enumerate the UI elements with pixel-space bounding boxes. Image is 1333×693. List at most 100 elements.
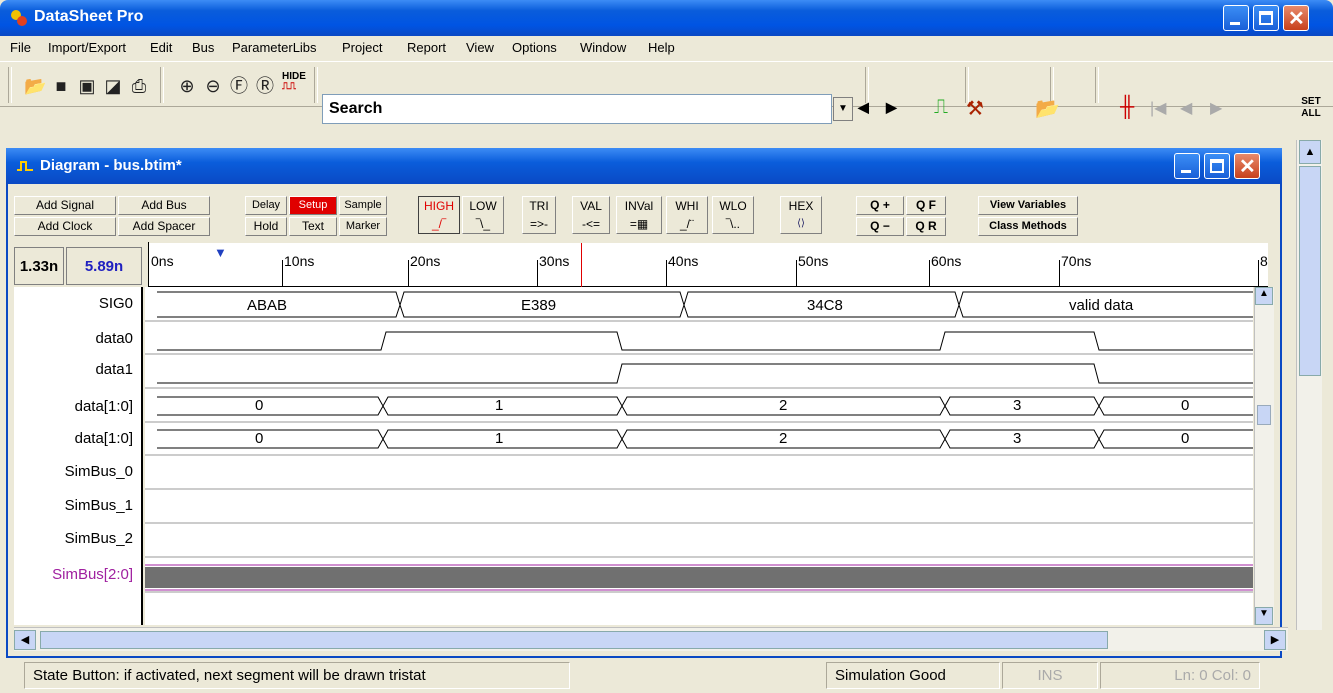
high-button[interactable]: HIGH _/‾ xyxy=(418,196,460,234)
zoom-out-icon[interactable]: ⊖ xyxy=(202,75,224,97)
maximize-button[interactable] xyxy=(1253,5,1279,31)
signal-name[interactable]: data[1:0] xyxy=(75,398,133,415)
low-button[interactable]: LOW ‾\_ xyxy=(462,196,504,234)
menu-view[interactable]: View xyxy=(466,40,494,55)
add-spacer-button[interactable]: Add Spacer xyxy=(118,217,210,236)
ole-icon[interactable]: ◪ xyxy=(102,75,124,97)
simulate-wave-button[interactable]: ⎍ xyxy=(934,96,948,119)
view-variables-button[interactable]: View Variables xyxy=(978,196,1078,215)
find-next-button[interactable]: ▶ xyxy=(886,99,897,116)
zoom-in-icon[interactable]: ⊕ xyxy=(176,75,198,97)
marker-prev-button[interactable]: ◀ xyxy=(1180,98,1192,118)
time-right-display[interactable]: 5.89n xyxy=(66,247,142,285)
delay-button[interactable]: Delay xyxy=(245,196,287,215)
scroll-left-icon[interactable]: ◀ xyxy=(14,630,36,650)
menu-file[interactable]: File xyxy=(10,40,31,55)
scroll-down-icon[interactable]: ▼ xyxy=(1255,607,1273,625)
zoom-reset-button[interactable]: Q R xyxy=(906,217,946,236)
save-all-icon[interactable]: ▣ xyxy=(76,75,98,97)
menu-import-export[interactable]: Import/Export xyxy=(48,40,126,55)
val-button[interactable]: VAL -<= xyxy=(572,196,610,234)
zoom-in-button[interactable]: Q + xyxy=(856,196,904,215)
menu-window[interactable]: Window xyxy=(580,40,626,55)
ruler-label: 8 xyxy=(1260,253,1268,269)
data0-wave xyxy=(157,331,1253,351)
signal-name[interactable]: SimBus_2 xyxy=(65,530,133,547)
find-prev-button[interactable]: ◀ xyxy=(858,99,869,116)
signal-name[interactable]: data0 xyxy=(95,330,133,347)
cursor-marker-icon[interactable]: ▼ xyxy=(214,245,227,260)
diagram-minimize-button[interactable] xyxy=(1174,153,1200,179)
scroll-thumb[interactable] xyxy=(40,631,1108,649)
toolbar-separator xyxy=(160,67,164,103)
time-cursor-line[interactable] xyxy=(581,243,582,287)
add-bus-button[interactable]: Add Bus xyxy=(118,196,210,215)
waveform-area[interactable]: ABAB E389 34C8 valid data 0 1 2 3 0 0 1 … xyxy=(145,287,1253,625)
open-folder-icon[interactable]: 📂 xyxy=(24,75,46,97)
set-all-button[interactable]: SET ALL xyxy=(1294,96,1328,120)
main-vertical-scrollbar[interactable]: ▲ xyxy=(1296,140,1322,630)
diagram-close-button[interactable]: ✕ xyxy=(1234,153,1260,179)
hex-button[interactable]: HEX ⟨⟩ xyxy=(780,196,822,234)
scroll-right-icon[interactable]: ▶ xyxy=(1264,630,1286,650)
status-simulation: Simulation Good xyxy=(826,662,1000,689)
print-icon[interactable]: ⎙ xyxy=(128,75,150,97)
marker-next-button[interactable]: ▶ xyxy=(1210,98,1222,118)
zoom-fit-icon[interactable]: Ⓕ xyxy=(228,75,250,97)
sample-button[interactable]: Sample xyxy=(339,196,387,215)
wlo-button[interactable]: WLO ‾\.. xyxy=(712,196,754,234)
minimize-button[interactable] xyxy=(1223,5,1249,31)
signal-name[interactable]: data[1:0] xyxy=(75,430,133,447)
scroll-thumb[interactable] xyxy=(1257,405,1271,425)
time-ruler[interactable]: 0ns 10ns 20ns 30ns 40ns 50ns 60ns 70ns 8… xyxy=(148,242,1268,287)
horizontal-scrollbar[interactable]: ◀ ▶ xyxy=(14,627,1288,651)
add-signal-button[interactable]: Add Signal xyxy=(14,196,116,215)
marker-first-button[interactable]: |◀ xyxy=(1150,98,1166,118)
diagram-maximize-button[interactable] xyxy=(1204,153,1230,179)
class-methods-button[interactable]: Class Methods xyxy=(978,217,1078,236)
menu-project[interactable]: Project xyxy=(342,40,382,55)
data-bus-wave-1 xyxy=(157,396,1253,416)
zoom-reset-icon[interactable]: Ⓡ xyxy=(254,75,276,97)
menu-options[interactable]: Options xyxy=(512,40,557,55)
val-label: VAL xyxy=(580,199,602,213)
inval-button[interactable]: INVal =▦ xyxy=(616,196,662,234)
scroll-up-icon[interactable]: ▲ xyxy=(1299,140,1321,164)
time-left-display[interactable]: 1.33n xyxy=(14,247,64,285)
scroll-thumb[interactable] xyxy=(1299,166,1321,376)
waveform-svg xyxy=(145,291,1253,593)
zoom-fit-button[interactable]: Q F xyxy=(906,196,946,215)
status-ins: INS xyxy=(1002,662,1098,689)
bus-segment-label: 2 xyxy=(779,430,788,447)
close-button[interactable]: ✕ xyxy=(1283,5,1309,31)
ruler-label: 30ns xyxy=(539,253,570,269)
maximize-icon xyxy=(1210,159,1224,173)
tools-button[interactable]: ⚒ xyxy=(966,96,984,121)
open-project-button[interactable]: 📂 xyxy=(1035,96,1060,121)
signal-name[interactable]: data1 xyxy=(95,361,133,378)
marker-button-diagram[interactable]: Marker xyxy=(339,217,387,236)
menu-edit[interactable]: Edit xyxy=(150,40,172,55)
signal-name[interactable]: SimBus_0 xyxy=(65,463,133,480)
waveform-vertical-scrollbar[interactable]: ▲ ▼ xyxy=(1254,287,1274,625)
whi-button[interactable]: WHI _/¨ xyxy=(666,196,708,234)
marker-button[interactable]: ╫ xyxy=(1120,96,1134,119)
menu-help[interactable]: Help xyxy=(648,40,675,55)
zoom-out-button[interactable]: Q − xyxy=(856,217,904,236)
signal-name[interactable]: SIG0 xyxy=(99,295,133,312)
menu-report[interactable]: Report xyxy=(407,40,446,55)
setup-button[interactable]: Setup xyxy=(289,196,337,215)
add-clock-button[interactable]: Add Clock xyxy=(14,217,116,236)
save-icon[interactable]: ■ xyxy=(50,75,72,97)
menu-parameterlibs[interactable]: ParameterLibs xyxy=(232,40,317,55)
tri-button[interactable]: TRI =>- xyxy=(522,196,556,234)
scroll-up-icon[interactable]: ▲ xyxy=(1255,287,1273,305)
signal-name[interactable]: SimBus_1 xyxy=(65,497,133,514)
hold-button[interactable]: Hold xyxy=(245,217,287,236)
text-button[interactable]: Text xyxy=(289,217,337,236)
search-input[interactable]: Search xyxy=(322,94,832,124)
hide-button[interactable]: HIDE ⎍⎍ xyxy=(282,72,306,92)
menu-bus[interactable]: Bus xyxy=(192,40,214,55)
search-dropdown-button[interactable]: ▼ xyxy=(833,97,853,121)
signal-name[interactable]: SimBus[2:0] xyxy=(52,566,133,583)
